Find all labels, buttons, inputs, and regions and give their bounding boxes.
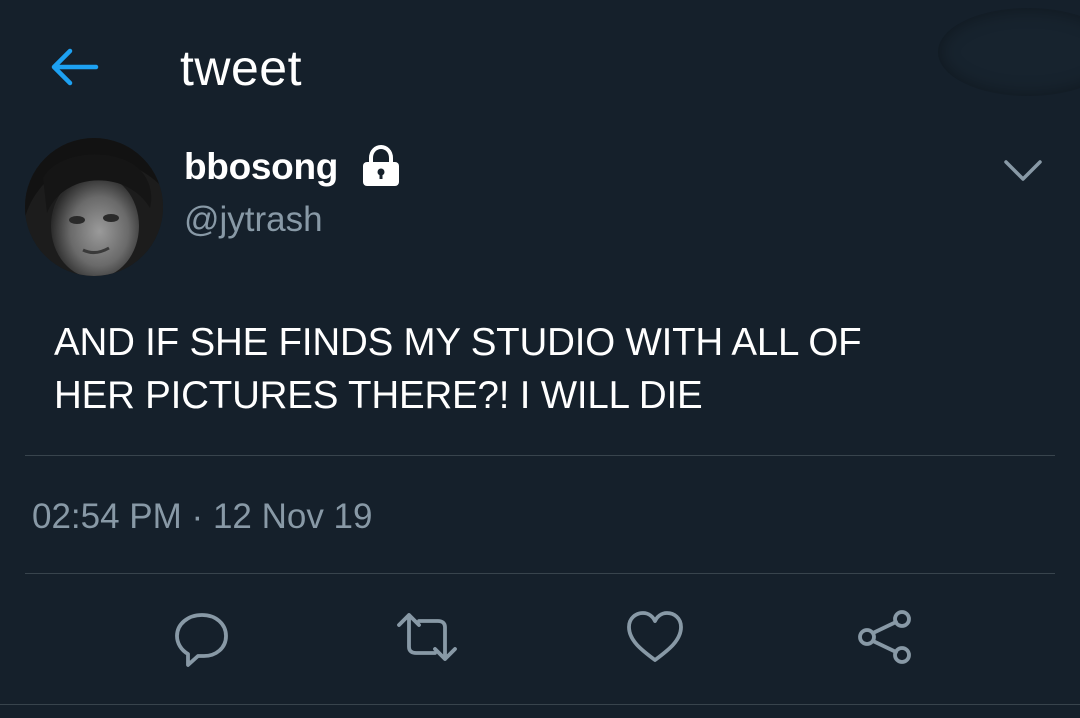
- divider: [25, 573, 1055, 574]
- reply-button[interactable]: [170, 605, 234, 669]
- reply-icon: [175, 613, 228, 667]
- page-title: tweet: [180, 40, 303, 96]
- top-bar: tweet: [0, 0, 1080, 130]
- tweet-date: 12 Nov 19: [212, 497, 373, 536]
- avatar[interactable]: [25, 138, 163, 276]
- lock-icon: [358, 144, 404, 188]
- back-button[interactable]: [48, 45, 100, 89]
- tweet-text: AND IF SHE FINDS MY STUDIO WITH ALL OF H…: [54, 321, 862, 417]
- timestamp: 02:54 PM · 12 Nov 19: [32, 494, 373, 540]
- arrow-left-icon: [51, 48, 99, 86]
- timestamp-separator: ·: [191, 497, 204, 536]
- more-options-button[interactable]: [998, 150, 1048, 190]
- heart-icon: [627, 611, 683, 662]
- share-icon: [858, 610, 911, 664]
- share-button[interactable]: [852, 605, 916, 669]
- divider: [25, 455, 1055, 456]
- author-name[interactable]: bbosong: [184, 145, 338, 189]
- header-overlay: [938, 8, 1080, 96]
- like-button[interactable]: [623, 605, 687, 669]
- tweet-time: 02:54 PM: [32, 497, 182, 536]
- author-handle[interactable]: @jytrash: [184, 198, 323, 242]
- avatar-photo: [25, 138, 163, 276]
- chevron-down-icon: [1004, 160, 1042, 181]
- retweet-icon: [397, 613, 457, 661]
- retweet-button[interactable]: [395, 605, 459, 669]
- bottom-edge: [0, 704, 1080, 718]
